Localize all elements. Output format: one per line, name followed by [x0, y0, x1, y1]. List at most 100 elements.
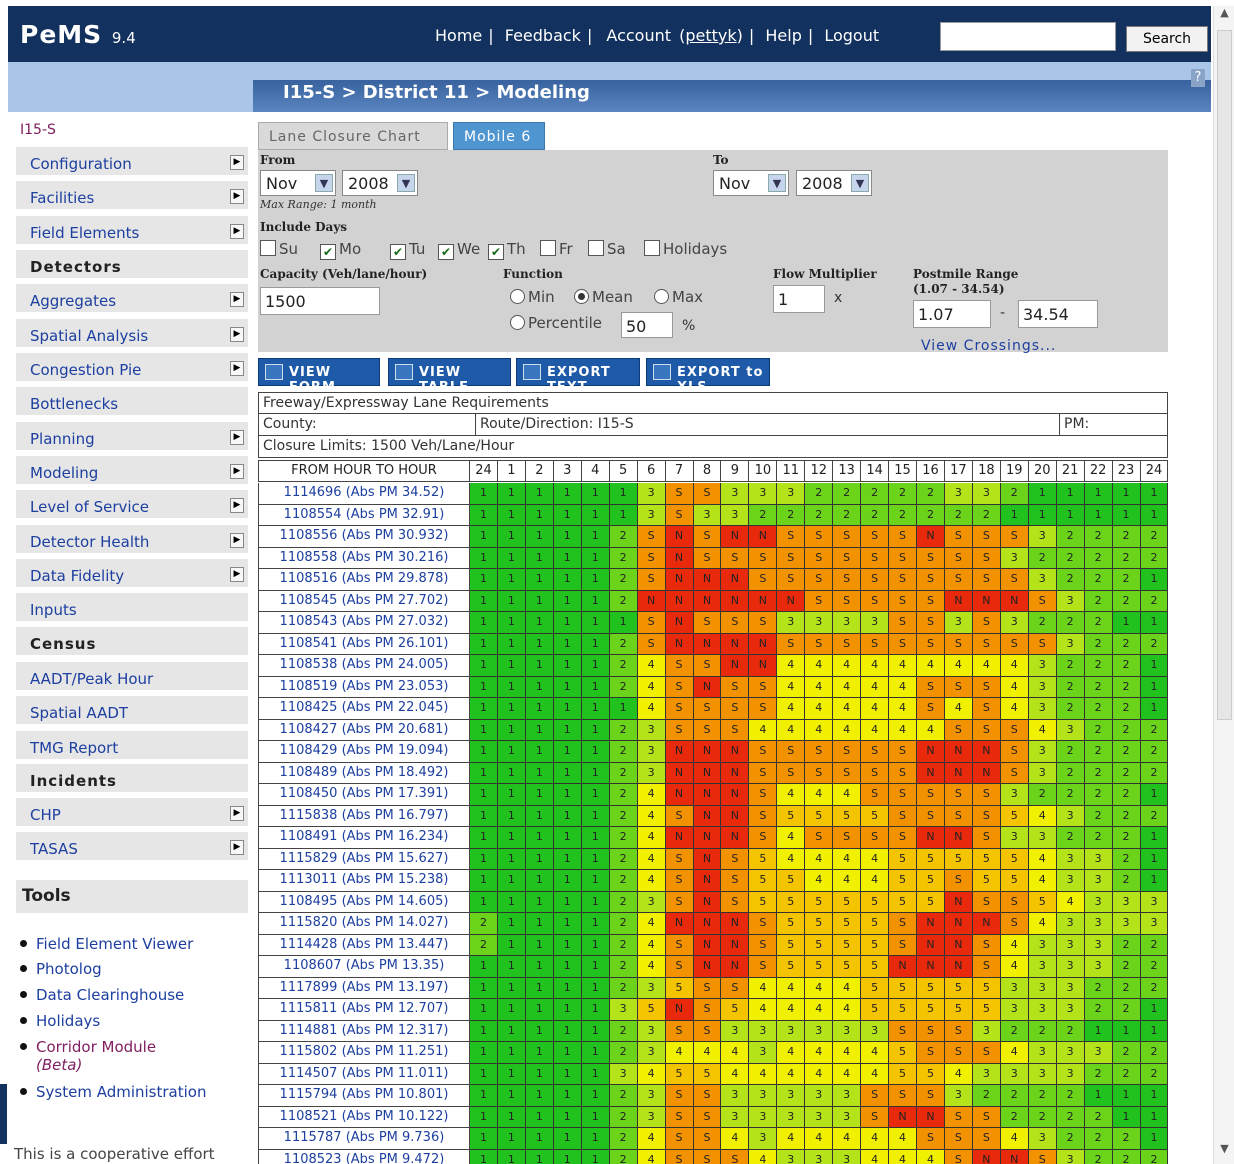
sidebar-item-data-fidelity[interactable]: Data Fidelity ▶ [16, 559, 248, 590]
expand-arrow-icon[interactable]: ▶ [230, 464, 244, 479]
capacity-input[interactable]: 1500 [260, 287, 380, 315]
function-min-radio[interactable]: Min [510, 288, 555, 306]
day-checkbox-su[interactable]: Su [260, 240, 298, 258]
sidebar-item-field-elements[interactable]: Field Elements ▶ [16, 216, 248, 247]
account-link[interactable]: Account (pettyk) [603, 26, 742, 45]
station-link[interactable]: 1108521 (Abs PM 10.122) [258, 1106, 470, 1128]
day-checkbox-we[interactable]: ✔ We [438, 240, 480, 260]
expand-arrow-icon[interactable]: ▶ [230, 430, 244, 445]
postmile-to-input[interactable]: 34.54 [1018, 300, 1098, 328]
pems-logo[interactable]: PeMS 9.4 [20, 20, 136, 49]
tab-mobile-6[interactable]: Mobile 6 [453, 122, 545, 150]
sidebar-item-modeling[interactable]: Modeling ▶ [16, 456, 248, 487]
help-link[interactable]: Help [765, 26, 801, 45]
export-xls-button[interactable]: EXPORT to XLS [646, 358, 770, 395]
station-link[interactable]: 1115829 (Abs PM 15.627) [258, 848, 470, 870]
station-link[interactable]: 1108523 (Abs PM 9.472) [258, 1149, 470, 1164]
station-link[interactable]: 1108556 (Abs PM 30.932) [258, 526, 470, 548]
day-checkbox-sa[interactable]: Sa [588, 240, 626, 258]
station-link[interactable]: 1108519 (Abs PM 23.053) [258, 676, 470, 698]
view-table-button[interactable]: VIEW TABLE [388, 358, 511, 395]
expand-arrow-icon[interactable]: ▶ [230, 840, 244, 855]
station-link[interactable]: 1115838 (Abs PM 16.797) [258, 805, 470, 827]
function-max-radio[interactable]: Max [654, 288, 703, 306]
sidebar-item-tasas[interactable]: TASAS ▶ [16, 832, 248, 863]
station-link[interactable]: 1108516 (Abs PM 29.878) [258, 569, 470, 591]
search-input[interactable] [940, 22, 1116, 51]
station-link[interactable]: 1108538 (Abs PM 24.005) [258, 655, 470, 677]
station-link[interactable]: 1108427 (Abs PM 20.681) [258, 719, 470, 741]
sidebar-item-aadt-peak-hour[interactable]: AADT/Peak Hour [16, 662, 248, 693]
sidebar-item-configuration[interactable]: Configuration ▶ [16, 147, 248, 178]
help-icon[interactable]: ? [1191, 69, 1205, 87]
station-link[interactable]: 1108558 (Abs PM 30.216) [258, 547, 470, 569]
scroll-up-icon[interactable]: ▲ [1216, 6, 1233, 26]
day-checkbox-holidays[interactable]: Holidays [644, 240, 727, 258]
scroll-thumb[interactable] [1217, 30, 1232, 720]
expand-arrow-icon[interactable]: ▶ [230, 155, 244, 170]
tool-field-element-viewer[interactable]: Field Element Viewer [20, 935, 193, 953]
tool-corridor-module[interactable]: Corridor Module (Beta) [20, 1038, 156, 1074]
scroll-down-icon[interactable]: ▼ [1216, 1142, 1233, 1162]
sidebar-item-planning[interactable]: Planning ▶ [16, 422, 248, 453]
sidebar-item-bottlenecks[interactable]: Bottlenecks [16, 387, 248, 418]
vertical-scrollbar[interactable]: ▲ ▼ [1213, 6, 1234, 1164]
sidebar-item-tmg-report[interactable]: TMG Report [16, 731, 248, 762]
sidebar-item-detector-health[interactable]: Detector Health ▶ [16, 525, 248, 556]
sidebar-item-congestion-pie[interactable]: Congestion Pie ▶ [16, 353, 248, 384]
station-link[interactable]: 1113011 (Abs PM 15.238) [258, 870, 470, 892]
view-crossings-link[interactable]: View Crossings... [921, 338, 1056, 354]
expand-arrow-icon[interactable]: ▶ [230, 224, 244, 239]
station-link[interactable]: 1108491 (Abs PM 16.234) [258, 827, 470, 849]
to-year-select[interactable]: 2008 ▼ [796, 170, 872, 196]
tab-lane-closure-chart[interactable]: Lane Closure Chart [258, 122, 448, 150]
expand-arrow-icon[interactable]: ▶ [230, 498, 244, 513]
station-link[interactable]: 1108495 (Abs PM 14.605) [258, 891, 470, 913]
tool-holidays[interactable]: Holidays [20, 1012, 100, 1030]
to-month-select[interactable]: Nov ▼ [713, 170, 789, 196]
sidebar-item-spatial-aadt[interactable]: Spatial AADT [16, 696, 248, 727]
expand-arrow-icon[interactable]: ▶ [230, 533, 244, 548]
flow-multiplier-input[interactable]: 1 [773, 285, 825, 313]
tool-photolog[interactable]: Photolog [20, 960, 102, 978]
station-link[interactable]: 1115794 (Abs PM 10.801) [258, 1085, 470, 1107]
logout-link[interactable]: Logout [824, 26, 879, 45]
sidebar-item-aggregates[interactable]: Aggregates ▶ [16, 284, 248, 315]
function-percentile-radio[interactable]: Percentile [510, 314, 602, 332]
sidebar-item-chp[interactable]: CHP ▶ [16, 798, 248, 829]
expand-arrow-icon[interactable]: ▶ [230, 361, 244, 376]
feedback-link[interactable]: Feedback [505, 26, 581, 45]
station-link[interactable]: 1108489 (Abs PM 18.492) [258, 762, 470, 784]
day-checkbox-tu[interactable]: ✔ Tu [390, 240, 425, 260]
station-link[interactable]: 1108607 (Abs PM 13.35) [258, 956, 470, 978]
view-form-button[interactable]: VIEW FORM [258, 358, 380, 395]
from-month-select[interactable]: Nov ▼ [260, 170, 336, 196]
station-link[interactable]: 1108429 (Abs PM 19.094) [258, 741, 470, 763]
percentile-input[interactable]: 50 [621, 312, 673, 338]
station-link[interactable]: 1114881 (Abs PM 12.317) [258, 1020, 470, 1042]
station-link[interactable]: 1108543 (Abs PM 27.032) [258, 612, 470, 634]
sidebar-item-level-of-service[interactable]: Level of Service ▶ [16, 490, 248, 521]
postmile-from-input[interactable]: 1.07 [913, 300, 991, 328]
day-checkbox-fr[interactable]: Fr [540, 240, 573, 258]
station-link[interactable]: 1117899 (Abs PM 13.197) [258, 977, 470, 999]
home-link[interactable]: Home [435, 26, 482, 45]
station-link[interactable]: 1108450 (Abs PM 17.391) [258, 784, 470, 806]
station-link[interactable]: 1108541 (Abs PM 26.101) [258, 633, 470, 655]
tool-data-clearinghouse[interactable]: Data Clearinghouse [20, 986, 184, 1004]
search-button[interactable]: Search [1126, 26, 1208, 52]
sidebar-item-spatial-analysis[interactable]: Spatial Analysis ▶ [16, 319, 248, 350]
station-link[interactable]: 1114428 (Abs PM 13.447) [258, 934, 470, 956]
station-link[interactable]: 1108425 (Abs PM 22.045) [258, 698, 470, 720]
tool-system-administration[interactable]: System Administration [20, 1083, 206, 1101]
account-username[interactable]: pettyk [685, 26, 736, 45]
expand-arrow-icon[interactable]: ▶ [230, 567, 244, 582]
station-link[interactable]: 1115802 (Abs PM 11.251) [258, 1042, 470, 1064]
sidebar-title[interactable]: I15-S [20, 122, 56, 138]
station-link[interactable]: 1114507 (Abs PM 11.011) [258, 1063, 470, 1085]
day-checkbox-th[interactable]: ✔ Th [488, 240, 526, 260]
station-link[interactable]: 1115820 (Abs PM 14.027) [258, 913, 470, 935]
function-mean-radio[interactable]: Mean [574, 288, 633, 306]
station-link[interactable]: 1108554 (Abs PM 32.91) [258, 504, 470, 526]
station-link[interactable]: 1114696 (Abs PM 34.52) [258, 483, 470, 505]
